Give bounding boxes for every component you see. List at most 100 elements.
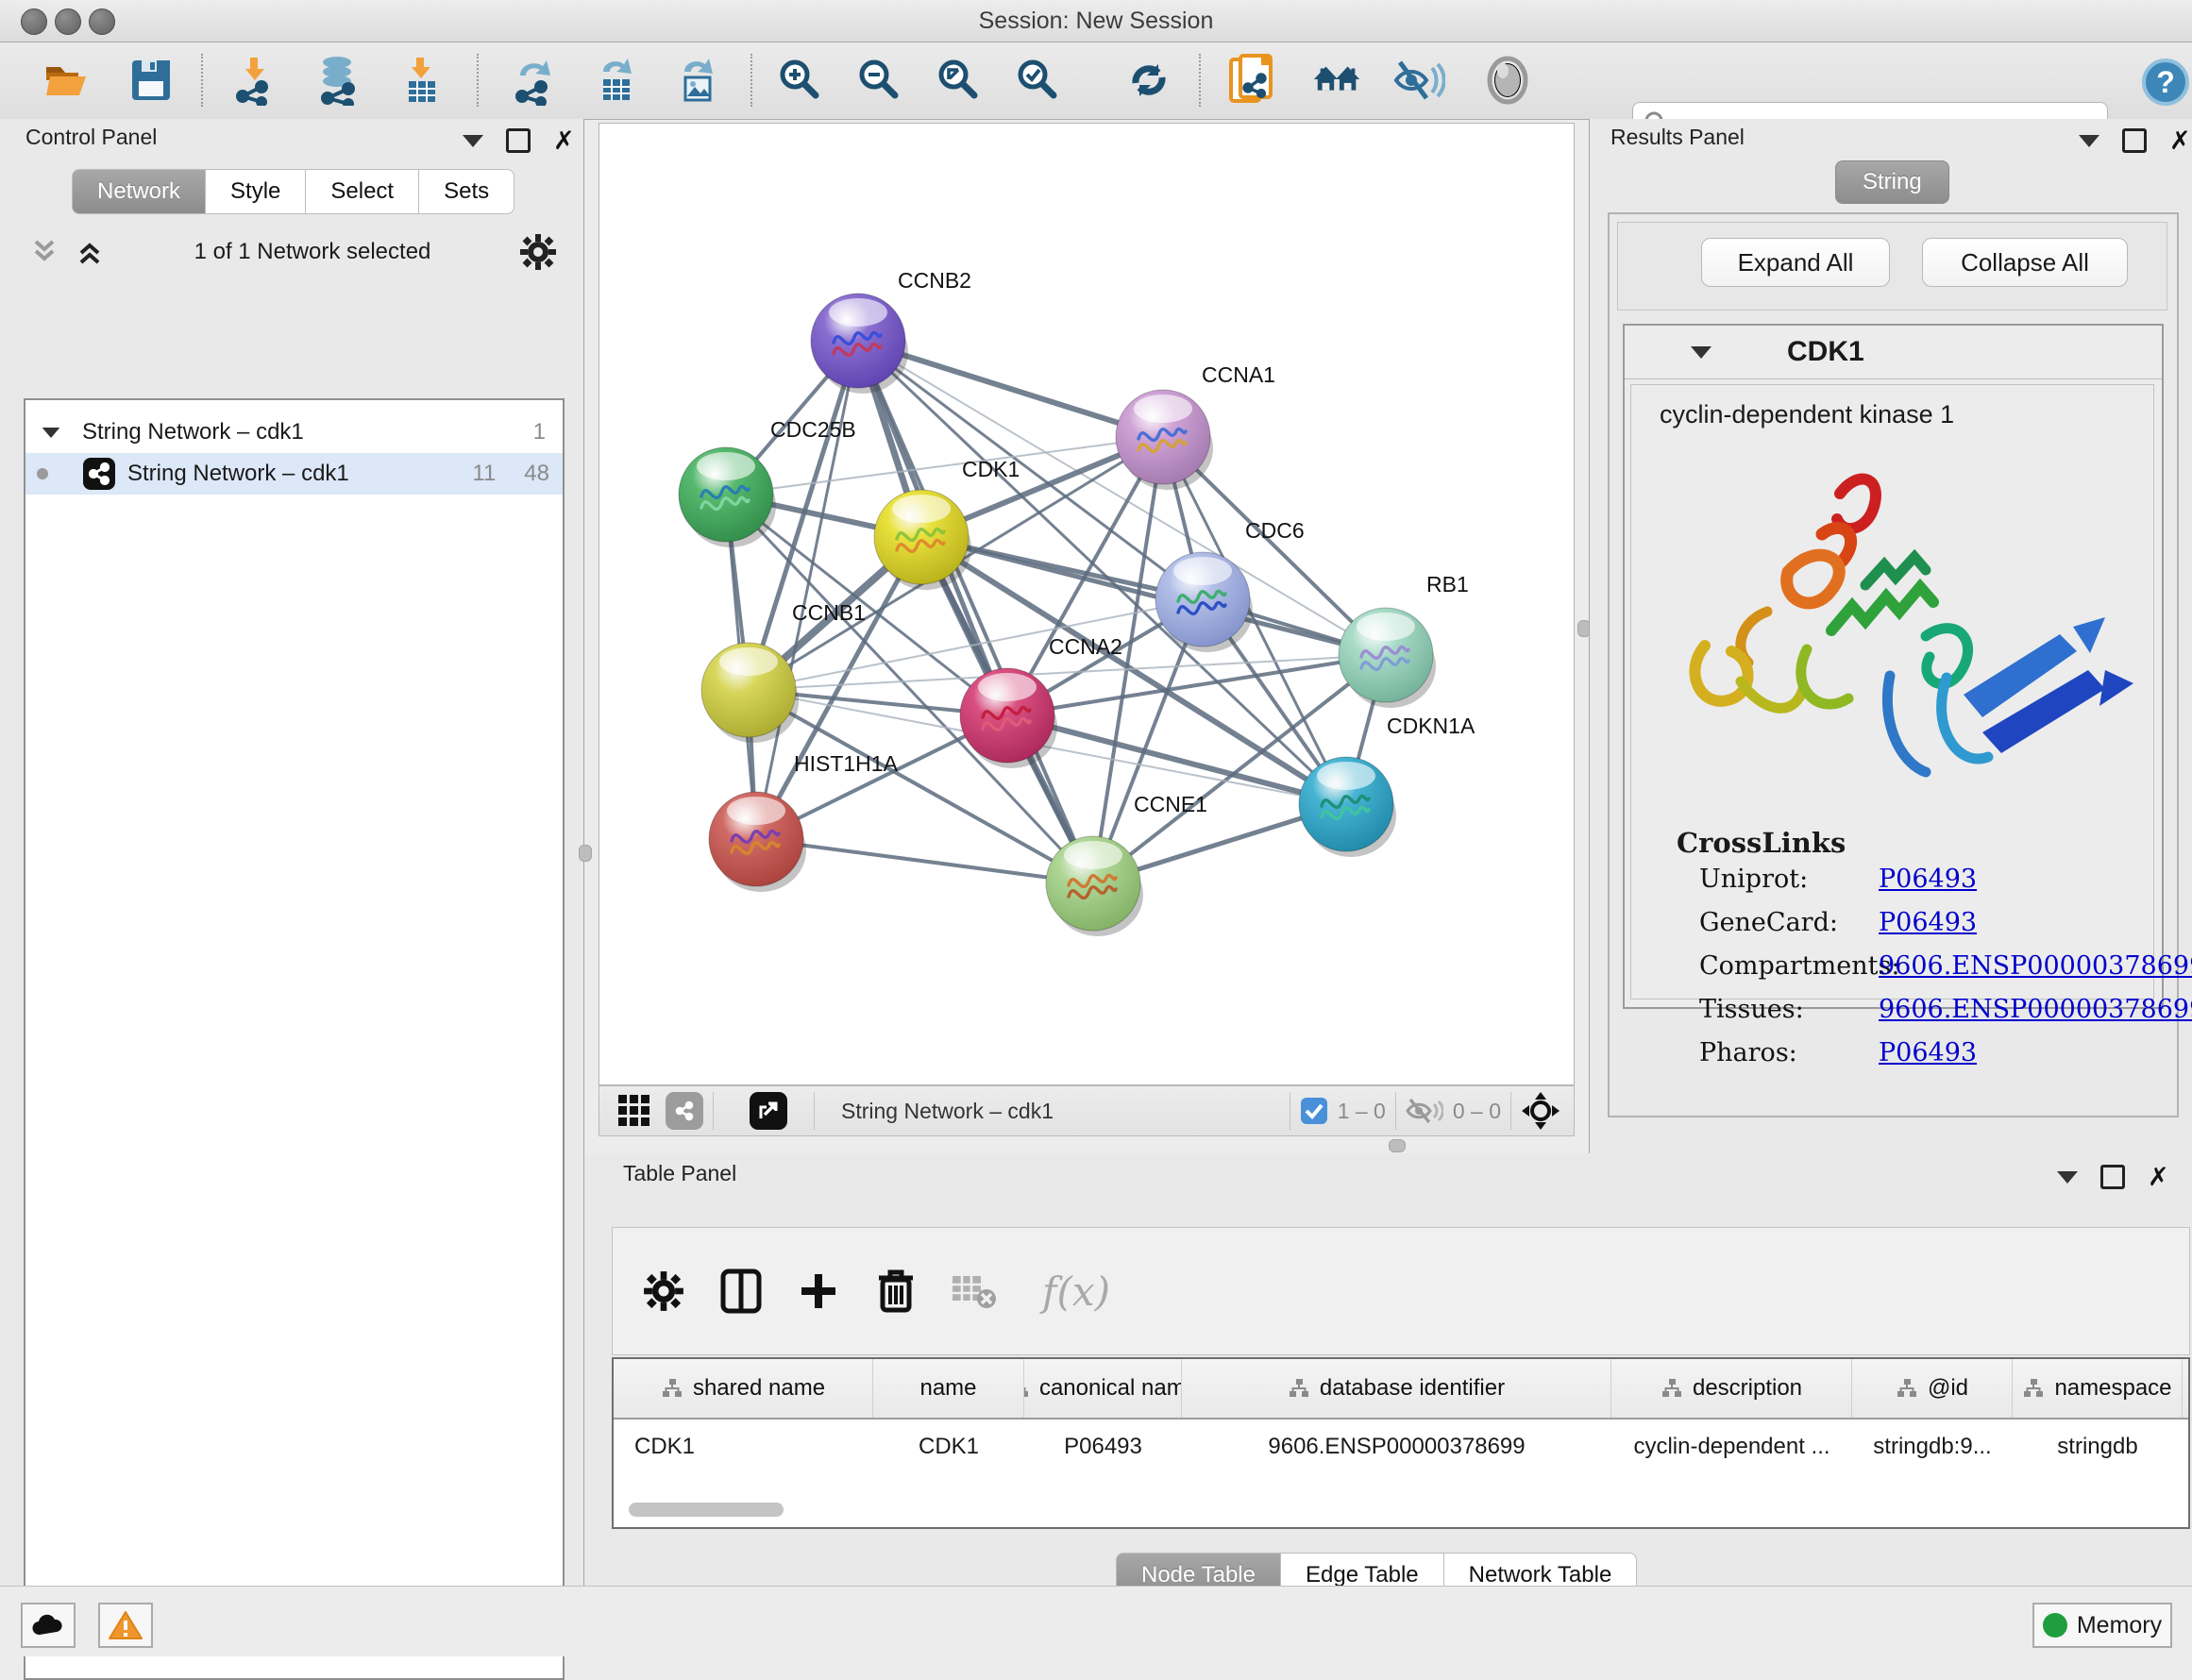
float-panel-icon[interactable]: [2122, 128, 2147, 153]
network-node-CDC25B[interactable]: [679, 447, 776, 547]
bottom-splitter-handle[interactable]: [1389, 1139, 1406, 1152]
close-panel-icon[interactable]: ✗: [2169, 131, 2191, 150]
string-home-icon[interactable]: [1311, 54, 1364, 107]
crosslink-link[interactable]: P06493: [1879, 908, 1977, 937]
network-collection-row[interactable]: String Network – cdk1 1: [25, 412, 563, 453]
export-table-icon[interactable]: [591, 54, 644, 107]
network-node-RB1[interactable]: [1339, 608, 1436, 708]
help-icon[interactable]: ?: [2139, 56, 2192, 109]
selected-checkbox-icon[interactable]: [1300, 1097, 1328, 1125]
zoom-window-button[interactable]: [89, 8, 115, 35]
collapse-panel-icon[interactable]: [2079, 135, 2099, 147]
collapse-panel-icon[interactable]: [2057, 1171, 2078, 1184]
zoom-selected-icon[interactable]: [1012, 54, 1065, 107]
expand-all-button[interactable]: Expand All: [1701, 238, 1890, 287]
control-panel-title: Control Panel: [25, 125, 157, 150]
tab-style[interactable]: Style: [206, 169, 306, 214]
network-edge[interactable]: [1007, 655, 1386, 715]
cell-namespace[interactable]: stringdb: [2013, 1434, 2183, 1460]
close-panel-icon[interactable]: ✗: [2148, 1168, 2169, 1186]
column-header-canonical-name[interactable]: canonical name: [1024, 1359, 1182, 1418]
column-header-namespace[interactable]: namespace: [2013, 1359, 2183, 1418]
show-columns-icon[interactable]: [715, 1265, 767, 1318]
column-header-name[interactable]: name: [873, 1359, 1024, 1418]
tab-string[interactable]: String: [1835, 160, 1949, 204]
warnings-button[interactable]: [98, 1603, 153, 1648]
network-edge[interactable]: [756, 839, 1093, 883]
gene-section-header[interactable]: CDK1: [1625, 326, 2162, 379]
close-window-button[interactable]: [21, 8, 47, 35]
column-header-@id[interactable]: @id: [1852, 1359, 2013, 1418]
node-table[interactable]: shared namename canonical namedatabase id…: [612, 1357, 2190, 1529]
column-header-database-identifier[interactable]: database identifier: [1182, 1359, 1611, 1418]
crosslink-link[interactable]: P06493: [1879, 1038, 1977, 1067]
export-network-icon[interactable]: [508, 54, 561, 107]
network-edge[interactable]: [749, 655, 1386, 690]
add-column-icon[interactable]: [792, 1265, 845, 1318]
tab-sets[interactable]: Sets: [419, 169, 514, 214]
network-edge[interactable]: [921, 537, 1386, 655]
share-view-icon[interactable]: [666, 1092, 703, 1130]
tab-select[interactable]: Select: [306, 169, 419, 214]
close-panel-icon[interactable]: ✗: [553, 131, 575, 150]
hidden-eye-icon[interactable]: [1406, 1097, 1443, 1125]
network-edge[interactable]: [858, 341, 1093, 883]
birds-eye-icon[interactable]: [1521, 1091, 1560, 1131]
crosslink-link[interactable]: P06493: [1879, 865, 1977, 894]
network-options-gear-icon[interactable]: [519, 233, 557, 271]
cell-name[interactable]: CDK1: [873, 1434, 1024, 1460]
cell-description[interactable]: cyclin-dependent ...: [1611, 1434, 1852, 1460]
memory-button[interactable]: Memory: [2032, 1603, 2172, 1648]
table-options-gear-icon[interactable]: [637, 1265, 690, 1318]
delete-column-icon[interactable]: [869, 1265, 922, 1318]
zoom-out-icon[interactable]: [853, 54, 906, 107]
string-import-icon[interactable]: [1227, 54, 1280, 107]
open-in-window-icon[interactable]: [750, 1092, 787, 1130]
collapse-all-icon[interactable]: [28, 238, 60, 266]
grid-view-icon[interactable]: [616, 1093, 652, 1129]
string-ball-icon[interactable]: [1481, 54, 1534, 107]
tree-expand-icon[interactable]: [42, 427, 60, 437]
column-header-description[interactable]: description: [1611, 1359, 1852, 1418]
string-glass-effect-icon[interactable]: [1392, 54, 1445, 107]
cell-@id[interactable]: stringdb:9...: [1852, 1434, 2013, 1460]
float-panel-icon[interactable]: [2100, 1165, 2125, 1189]
import-table-file-icon[interactable]: [395, 54, 447, 107]
network-node-HIST1H1A[interactable]: [709, 792, 806, 892]
save-session-icon[interactable]: [125, 54, 177, 107]
collapse-panel-icon[interactable]: [463, 135, 483, 147]
cell-shared-name[interactable]: CDK1: [614, 1434, 873, 1460]
zoom-fit-icon[interactable]: [933, 54, 986, 107]
import-network-database-icon[interactable]: [312, 54, 364, 107]
string-network-graph[interactable]: CCNB2CCNA1CDC25BCDK1CDC6RB1CCNB1CCNA2CDK…: [599, 124, 1574, 1084]
network-canvas[interactable]: CCNB2CCNA1CDC25BCDK1CDC6RB1CCNB1CCNA2CDK…: [599, 123, 1575, 1085]
network-node-CDK1[interactable]: [874, 490, 971, 590]
float-panel-icon[interactable]: [506, 128, 531, 153]
column-header-shared-name[interactable]: shared name: [614, 1359, 873, 1418]
cell-database-identifier[interactable]: 9606.ENSP00000378699: [1182, 1434, 1611, 1460]
expand-all-icon[interactable]: [74, 238, 106, 266]
export-image-icon[interactable]: [672, 54, 725, 107]
cloud-button[interactable]: [21, 1603, 76, 1648]
refresh-icon[interactable]: [1122, 54, 1175, 107]
node-label-CCNA2: CCNA2: [1049, 634, 1122, 659]
minimize-window-button[interactable]: [55, 8, 81, 35]
table-horizontal-scrollbar[interactable]: [629, 1503, 784, 1517]
zoom-in-icon[interactable]: [774, 54, 827, 107]
gene-collapse-icon[interactable]: [1691, 346, 1711, 359]
network-node-CCNA2[interactable]: [960, 668, 1057, 768]
crosslink-link[interactable]: 9606.ENSP00000378699: [1879, 995, 2192, 1024]
cell-canonical-name[interactable]: P06493: [1024, 1434, 1182, 1460]
table-row[interactable]: CDK1CDK1P064939606.ENSP00000378699cyclin…: [614, 1420, 2188, 1474]
network-row-selected[interactable]: String Network – cdk1 11 48: [25, 453, 563, 495]
tab-network[interactable]: Network: [72, 169, 206, 214]
column-label: canonical name: [1039, 1375, 1182, 1402]
network-node-CCNE1[interactable]: [1046, 836, 1143, 936]
open-session-icon[interactable]: [40, 54, 93, 107]
network-node-CCNA1[interactable]: [1116, 390, 1213, 490]
crosslink-link[interactable]: 9606.ENSP00000378699: [1879, 951, 2192, 981]
collapse-all-button[interactable]: Collapse All: [1922, 238, 2128, 287]
network-node-CDKN1A[interactable]: [1299, 757, 1396, 857]
left-splitter-handle[interactable]: [579, 845, 592, 862]
import-network-file-icon[interactable]: [228, 54, 281, 107]
